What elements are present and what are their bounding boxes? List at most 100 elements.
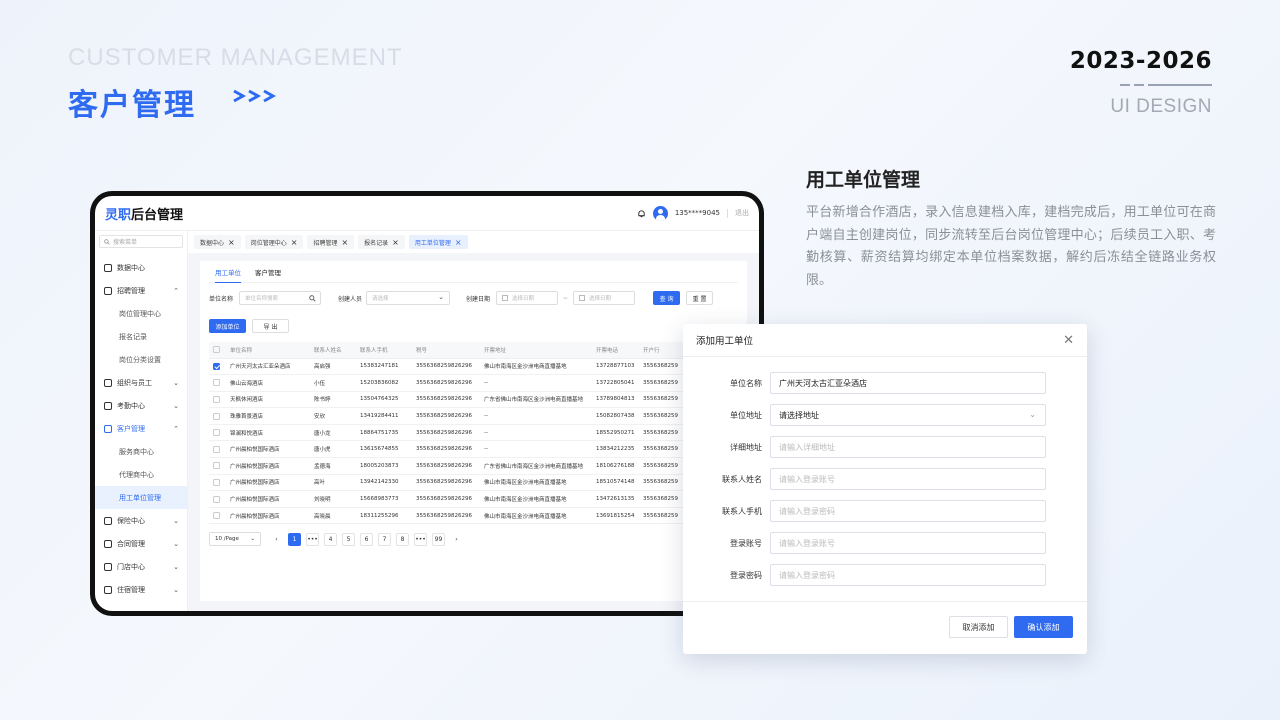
next-page-icon[interactable]: ›	[450, 533, 463, 546]
page-button[interactable]: •••	[414, 532, 427, 546]
sidebar-item[interactable]: 门店中心 ⌄	[95, 555, 187, 578]
sidebar-subitem[interactable]: 报名记录	[95, 325, 187, 348]
page-size-select[interactable]: 10 /Page ⌄	[209, 532, 261, 547]
row-checkbox[interactable]	[213, 495, 220, 503]
sidebar-subitem[interactable]: 服务商中心	[95, 440, 187, 463]
dorm-icon	[104, 585, 112, 594]
form-input[interactable]: 请输入登录密码	[770, 564, 1046, 586]
sidebar-item[interactable]: 考勤中心 ⌄	[95, 394, 187, 417]
table-row[interactable]: 佛山云海酒店 小伍 15203836082 3556368259826296 -- 137…	[209, 374, 729, 392]
table-row[interactable]: 珠雅首景酒店 安欣 13419284411 3556368259826296 -- 150…	[209, 407, 729, 425]
form-input[interactable]: 请输入登录密码	[770, 500, 1046, 522]
close-icon[interactable]: ×	[341, 238, 348, 247]
row-checkbox-cell	[209, 407, 226, 425]
page-button[interactable]: 7	[378, 532, 391, 546]
select-all-checkbox[interactable]	[213, 346, 220, 354]
customer-icon	[104, 424, 112, 433]
query-button[interactable]: 查 询	[653, 291, 681, 305]
app-logo[interactable]: 灵职 后台管理	[105, 204, 183, 223]
prev-page-icon[interactable]: ‹	[270, 533, 283, 546]
form-input[interactable]: 请输入登录账号	[770, 468, 1046, 490]
form-input[interactable]: 请输入详细地址	[770, 436, 1046, 458]
close-icon[interactable]: ×	[291, 238, 298, 247]
main-content: 数据中心 × 岗位管理中心 × 招聘管理 × 报名记录 × 用工单位管理 × 用工单位 客户管理 …	[188, 231, 759, 611]
sidebar-subitem[interactable]: 代理商中心	[95, 463, 187, 486]
row-checkbox[interactable]	[213, 462, 220, 470]
tab-customer-management[interactable]: 客户管理	[255, 267, 281, 277]
page-button[interactable]: 8	[396, 532, 409, 546]
form-input[interactable]: 请输入登录账号	[770, 532, 1046, 554]
sidebar-item[interactable]: 客户管理 ⌃	[95, 417, 187, 440]
form-input-value: 请输入登录账号	[779, 538, 835, 548]
page-button[interactable]: •••	[306, 532, 319, 546]
row-checkbox[interactable]	[213, 362, 220, 370]
page-tab[interactable]: 招聘管理 ×	[307, 235, 355, 249]
table-row[interactable]: 广州晨柏悦国际酒店 唐小虎 13615674855 3556368259826296-…	[209, 440, 729, 459]
close-icon[interactable]: ×	[392, 238, 399, 247]
sidebar-item[interactable]: 数据中心	[95, 256, 187, 279]
sidebar-subitem[interactable]: 岗位分类设置	[95, 348, 187, 371]
creator-select[interactable]: 请选择 ⌄	[366, 291, 450, 305]
table-row[interactable]: 广州晨柏悦国际酒店 刘晓明 15668983773 3556368259826296 佛…	[209, 490, 729, 508]
table-row[interactable]: 广州晨柏悦国际酒店 高叶 13942142330 3556368259826296 佛山…	[209, 474, 729, 492]
close-icon[interactable]: ✕	[1063, 333, 1074, 348]
page-button[interactable]: 99	[432, 532, 445, 546]
table-row[interactable]: 广州天河太古汇亚朵酒店 高启强 15383247181 355636825982629…	[209, 358, 729, 376]
export-button[interactable]: 导 出	[252, 319, 289, 333]
row-checkbox-cell	[209, 374, 226, 392]
sidebar-item-label: 保险中心	[117, 516, 145, 525]
add-unit-button[interactable]: 添加单位	[209, 319, 246, 333]
row-checkbox[interactable]	[213, 379, 220, 387]
row-checkbox[interactable]	[213, 445, 220, 453]
page-tab[interactable]: 报名记录 ×	[358, 235, 405, 249]
tab-employer-units[interactable]: 用工单位	[215, 267, 241, 283]
table-cell: 13942142330	[356, 474, 412, 492]
logout-link[interactable]: 退出	[735, 208, 749, 218]
menu-search-input[interactable]: 搜索菜单	[99, 235, 183, 248]
page-button[interactable]: 5	[342, 532, 355, 546]
table-cell: 3556368259826296	[412, 424, 480, 442]
table-row[interactable]: 广州晨柏悦国际酒店 高晓晨 18311255296 3556368259826296 佛…	[209, 507, 729, 525]
sidebar-item[interactable]: 合同管理 ⌄	[95, 532, 187, 555]
table-row[interactable]: 天枫休闲酒店 陈书婷 13504764325 3556368259826296 广东省佛…	[209, 391, 729, 409]
sidebar-item[interactable]: 招聘管理 ⌃	[95, 279, 187, 302]
end-date-picker[interactable]: 选择日期	[573, 291, 636, 305]
table-cell: 3556368259826296	[412, 507, 480, 525]
close-icon[interactable]: ×	[228, 238, 235, 247]
sidebar-item[interactable]: 保险中心 ⌄	[95, 509, 187, 532]
table-row[interactable]: 广州晨柏悦国际酒店 孟德海 18005203873 3556368259826296 广…	[209, 457, 729, 475]
section-chinese-title: 客户管理	[68, 88, 196, 123]
form-input[interactable]: 广州天河太古汇亚朵酒店	[770, 372, 1046, 394]
reset-button[interactable]: 重 置	[686, 291, 714, 305]
calendar-icon	[502, 295, 508, 301]
table-cell: 13691815254	[592, 507, 639, 525]
page-tab[interactable]: 用工单位管理 ×	[408, 235, 468, 249]
page-button[interactable]: 4	[324, 532, 337, 546]
avatar[interactable]	[652, 205, 668, 221]
page-button[interactable]: 1	[288, 532, 301, 546]
sidebar-subitem[interactable]: 用工单位管理	[95, 486, 187, 509]
start-date-picker[interactable]: 选择日期	[496, 291, 558, 305]
row-checkbox[interactable]	[213, 429, 220, 437]
row-checkbox[interactable]	[213, 395, 220, 403]
address-select[interactable]: 请选择地址 ⌄	[770, 404, 1046, 426]
menu-search-placeholder: 搜索菜单	[113, 239, 138, 246]
sidebar-item[interactable]: 组织与员工 ⌄	[95, 371, 187, 394]
sidebar-subitem[interactable]: 岗位管理中心	[95, 302, 187, 325]
row-checkbox[interactable]	[213, 512, 220, 520]
page-tab[interactable]: 数据中心 ×	[194, 235, 241, 249]
row-checkbox[interactable]	[213, 412, 220, 420]
confirm-add-button[interactable]: 确认添加	[1014, 616, 1073, 638]
page-tab[interactable]: 岗位管理中心 ×	[244, 235, 304, 249]
page-button[interactable]: 6	[360, 532, 373, 546]
cancel-add-button[interactable]: 取消添加	[949, 616, 1008, 638]
table-row[interactable]: 锦澜和悦酒店 唐小龙 18864751735 3556368259826296 -- 18…	[209, 424, 729, 442]
chevron-down-icon: ⌄	[173, 585, 179, 594]
table-cell: 广州晨柏悦国际酒店	[226, 440, 310, 459]
user-phone[interactable]: 135****9045	[675, 209, 720, 217]
row-checkbox[interactable]	[213, 478, 220, 486]
unit-name-search-input[interactable]: 单位名称搜索	[239, 291, 321, 305]
close-icon[interactable]: ×	[455, 238, 462, 247]
sidebar-item[interactable]: 住宿管理 ⌄	[95, 578, 187, 601]
bell-icon[interactable]	[637, 209, 646, 218]
